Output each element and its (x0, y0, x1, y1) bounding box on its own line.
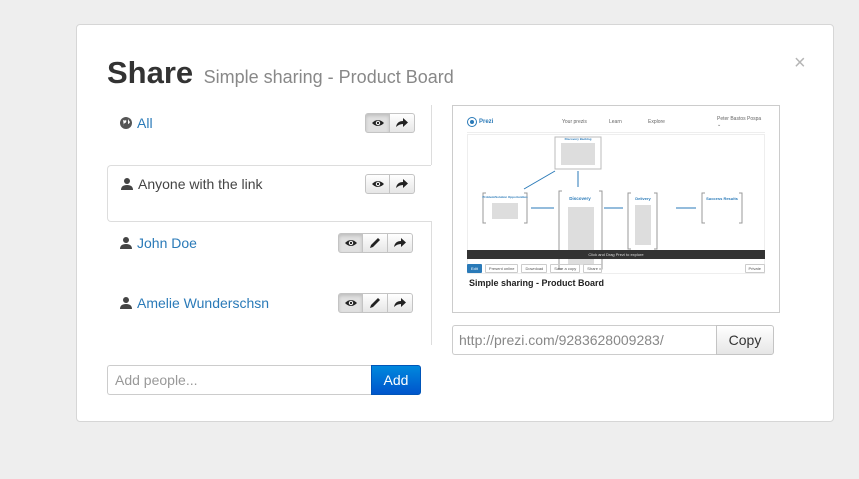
share-row-link: Anyone with the link (107, 165, 431, 222)
prezi-logo-icon (467, 117, 477, 127)
view-permission-button[interactable] (365, 113, 390, 133)
share-link-input[interactable] (452, 325, 716, 355)
share-arrow-icon (394, 298, 406, 307)
diagram-label: Problem/Solution Opportunities (482, 195, 528, 199)
prezi-preview[interactable]: Prezi Your prezis Learn Explore Peter Ba… (452, 105, 780, 313)
diagram-label: Discovery Backlog (565, 137, 592, 141)
page-subtitle: Simple sharing - Product Board (203, 67, 454, 87)
add-people-form: Add (107, 365, 421, 395)
preview-share-button: Share (583, 263, 602, 273)
globe-icon (120, 117, 132, 129)
pencil-icon (370, 298, 380, 308)
add-people-input[interactable] (107, 365, 371, 395)
share-row-name[interactable]: John Doe (137, 235, 197, 251)
share-list: All Anyone with the link John Doe Amelie… (107, 105, 433, 345)
permission-group (365, 174, 415, 194)
share-row-all: All (107, 105, 431, 163)
share-arrow-icon (396, 179, 408, 188)
preview-private-badge: Private (744, 263, 765, 273)
preview-header: Prezi Your prezis Learn Explore Peter Ba… (467, 112, 765, 133)
preview-present-button: Present online (484, 263, 519, 273)
preview-download-button: Download (521, 263, 548, 273)
share-row-john-doe: John Doe (107, 225, 431, 283)
view-permission-button[interactable] (338, 233, 363, 253)
forward-permission-button[interactable] (388, 233, 413, 253)
forward-permission-button[interactable] (388, 293, 413, 313)
share-arrow-icon (394, 238, 406, 247)
share-arrow-icon (396, 118, 408, 127)
prezi-logo: Prezi (467, 117, 493, 127)
pencil-icon (370, 238, 380, 248)
edit-permission-button[interactable] (363, 233, 388, 253)
user-icon (121, 178, 133, 190)
forward-permission-button[interactable] (390, 174, 415, 194)
copy-button[interactable]: Copy (716, 325, 774, 355)
user-icon (120, 237, 132, 249)
preview-toolbar: Edit Present online Download Save a copy… (467, 263, 765, 273)
forward-permission-button[interactable] (390, 113, 415, 133)
preview-user: Peter Bastos Pospa ⌄ (717, 116, 762, 128)
page-title: Share (107, 55, 194, 90)
share-link-form: Copy (452, 325, 774, 355)
preview-edit-button: Edit (467, 263, 482, 273)
diagram-label: Discovery (569, 196, 591, 201)
preview-title: Simple sharing - Product Board (469, 278, 605, 288)
eye-icon (344, 240, 357, 246)
eye-icon (371, 120, 384, 126)
share-row-name[interactable]: Amelie Wunderschsn (137, 295, 269, 311)
permission-group (338, 293, 413, 313)
diagram-label: Success Results (706, 196, 739, 201)
view-permission-button[interactable] (338, 293, 363, 313)
preview-hint-bar: Click and Drag Prezi to explore (467, 250, 765, 259)
view-permission-button[interactable] (365, 174, 390, 194)
permission-group (338, 233, 413, 253)
close-icon[interactable]: × (794, 53, 806, 73)
eye-icon (371, 181, 384, 187)
divider (431, 221, 432, 345)
preview-nav-item: Explore (648, 119, 665, 125)
diagram-label: Delivery (635, 196, 651, 201)
divider (431, 105, 432, 165)
dialog-title: Share Simple sharing - Product Board (107, 55, 454, 91)
preview-nav-item: Learn (609, 119, 622, 125)
share-dialog: × Share Simple sharing - Product Board A… (76, 24, 834, 422)
user-icon (120, 297, 132, 309)
share-row-name[interactable]: All (137, 115, 153, 131)
permission-group (365, 113, 415, 133)
eye-icon (344, 300, 357, 306)
share-row-name: Anyone with the link (138, 176, 263, 192)
add-button[interactable]: Add (371, 365, 421, 395)
preview-nav-item: Your prezis (562, 119, 587, 125)
preview-save-button: Save a copy (550, 263, 581, 273)
share-row-amelie: Amelie Wunderschsn (107, 285, 431, 343)
edit-permission-button[interactable] (363, 293, 388, 313)
